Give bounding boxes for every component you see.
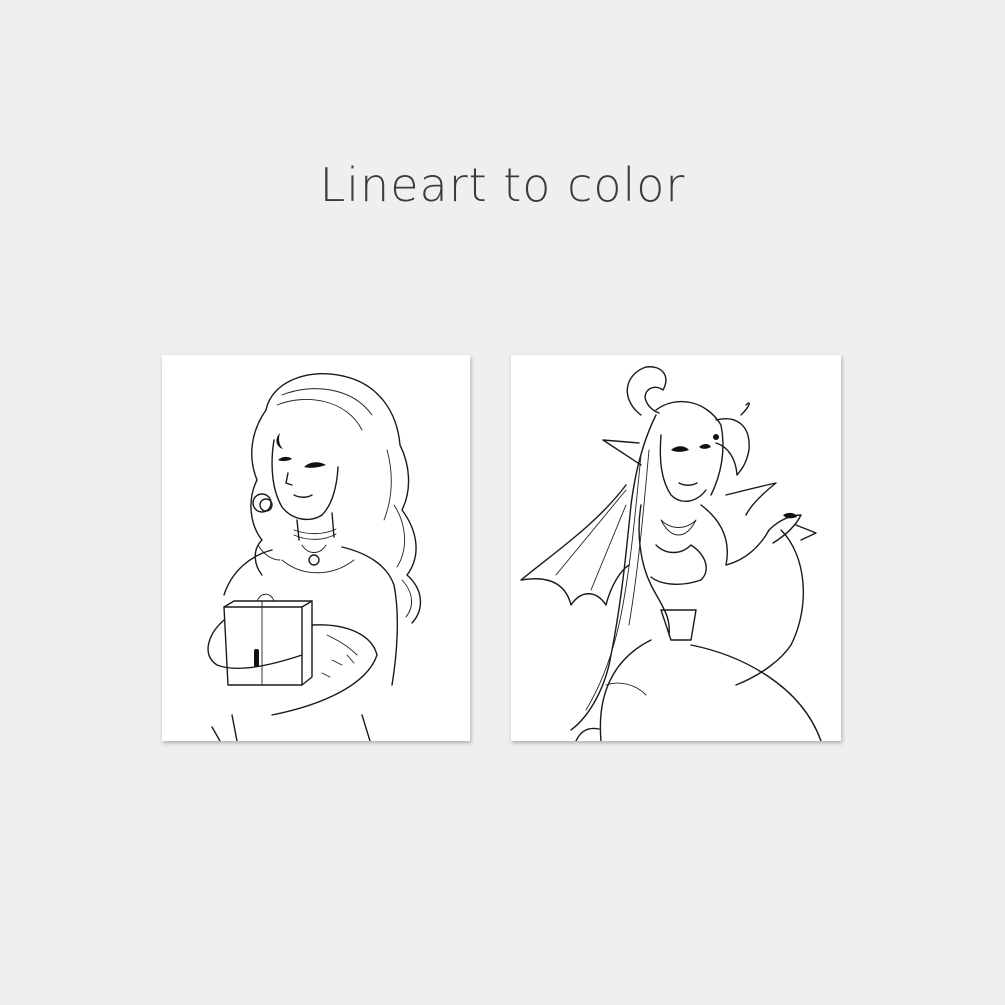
lineart-card-woman[interactable]	[162, 355, 470, 741]
page-title: Lineart to color	[319, 158, 686, 212]
woman-lineart-icon	[207, 373, 422, 741]
lineart-card-demon-girl[interactable]	[511, 355, 841, 741]
demon-girl-lineart-icon	[520, 366, 822, 741]
